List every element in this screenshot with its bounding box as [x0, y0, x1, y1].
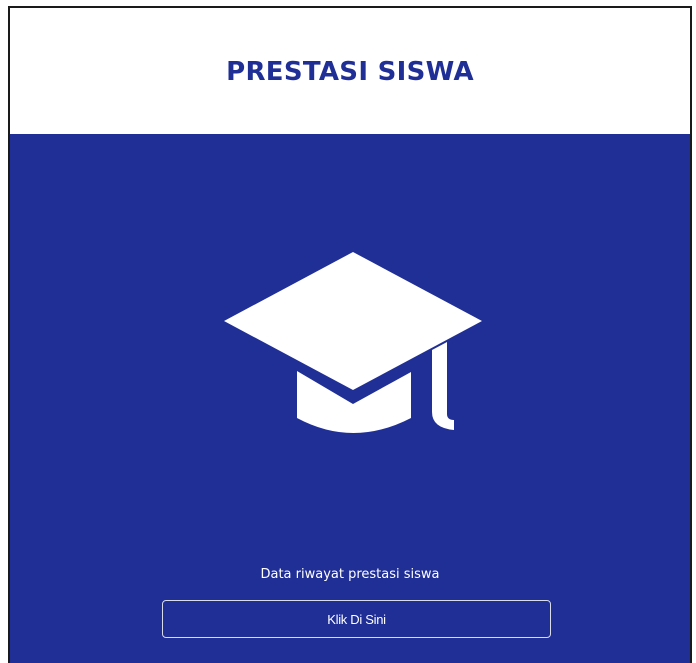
page-title: PRESTASI SISWA — [226, 57, 474, 87]
description-text: Data riwayat prestasi siswa — [260, 567, 440, 582]
graduation-cap-icon — [224, 252, 482, 433]
card-body: Data riwayat prestasi siswa Klik Di Sini — [10, 134, 690, 663]
achievement-card: PRESTASI SISWA Data riwayat prestasi sis… — [8, 6, 692, 663]
click-here-button[interactable]: Klik Di Sini — [162, 600, 551, 638]
card-header: PRESTASI SISWA — [10, 8, 690, 134]
